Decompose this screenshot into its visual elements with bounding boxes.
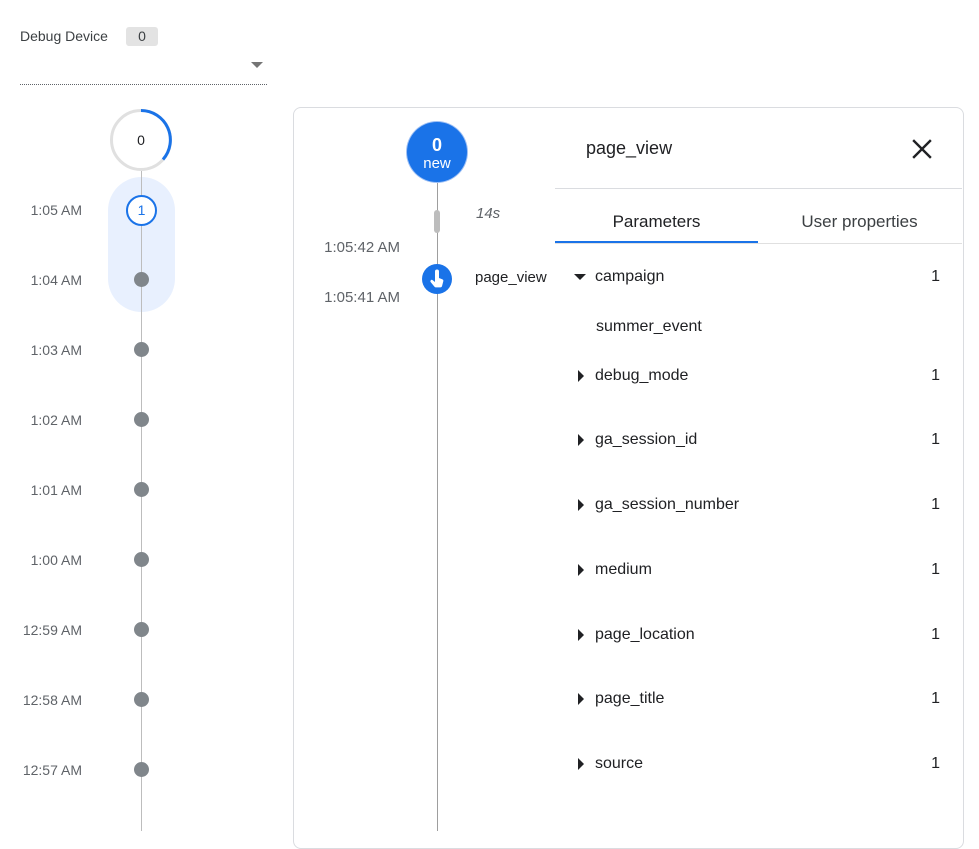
parameter-name: medium	[595, 561, 652, 578]
debug-device-label: Debug Device	[20, 28, 108, 44]
caret-down-icon	[574, 274, 586, 280]
minute-time-label: 1:00 AM	[30, 552, 82, 568]
parameter-count: 1	[931, 496, 940, 513]
minute-time-label: 1:03 AM	[30, 342, 82, 358]
active-tab-indicator	[555, 241, 758, 243]
debug-device-count-badge: 0	[126, 27, 158, 46]
parameter-name: source	[595, 755, 644, 772]
minute-dot[interactable]	[134, 762, 149, 777]
new-events-button[interactable]: 0 new	[407, 122, 467, 182]
minutes-timeline-line	[141, 170, 142, 831]
parameter-row-debug-mode[interactable]: debug_mode 1	[570, 365, 950, 389]
minute-time-label: 12:58 AM	[22, 692, 82, 708]
parameter-row-page-title[interactable]: page_title 1	[570, 688, 950, 712]
minute-dot[interactable]	[134, 412, 149, 427]
parameter-count: 1	[931, 755, 940, 772]
parameter-count: 1	[931, 431, 940, 448]
parameter-name: debug_mode	[595, 367, 689, 384]
minute-time-label: 12:57 AM	[22, 762, 82, 778]
parameter-row-campaign[interactable]: campaign 1	[570, 266, 950, 290]
minute-dot[interactable]	[134, 342, 149, 357]
parameter-row-page-location[interactable]: page_location 1	[570, 624, 950, 648]
parameter-count: 1	[931, 268, 940, 285]
caret-right-icon	[578, 370, 584, 382]
parameter-name: page_title	[595, 690, 665, 707]
minute-dot[interactable]	[134, 272, 149, 287]
minute-dot[interactable]	[134, 622, 149, 637]
parameter-name: ga_session_id	[595, 431, 698, 448]
time-gap-indicator	[434, 210, 440, 233]
tab-user-properties[interactable]: User properties	[758, 210, 961, 244]
tabs-bottom-border	[555, 243, 962, 244]
parameter-value: summer_event	[596, 318, 702, 335]
minute-dot[interactable]	[134, 552, 149, 567]
top-events-count[interactable]: 0	[109, 108, 173, 172]
event-name-link[interactable]: page_view	[475, 269, 547, 286]
caret-right-icon	[578, 758, 584, 770]
parameter-count: 1	[931, 561, 940, 578]
new-events-label: new	[423, 155, 451, 172]
minute-dot[interactable]	[134, 482, 149, 497]
touch-icon[interactable]	[422, 264, 452, 294]
detail-header-divider	[555, 188, 962, 189]
parameter-name: campaign	[595, 268, 665, 285]
caret-right-icon	[578, 434, 584, 446]
parameter-name: ga_session_number	[595, 496, 740, 513]
second-time-label: 1:05:41 AM	[324, 289, 400, 306]
caret-right-icon	[578, 564, 584, 576]
minute-time-label: 1:02 AM	[30, 412, 82, 428]
caret-right-icon	[578, 693, 584, 705]
close-icon[interactable]	[906, 133, 938, 165]
minute-time-label: 1:01 AM	[30, 482, 82, 498]
dropdown-arrow-icon	[251, 62, 263, 68]
parameter-row-ga-session-number[interactable]: ga_session_number 1	[570, 494, 950, 518]
minute-dot[interactable]	[134, 692, 149, 707]
minute-event-count-active[interactable]: 1	[126, 195, 157, 226]
new-events-count: 0	[431, 135, 442, 155]
debug-device-select[interactable]	[20, 55, 267, 85]
caret-right-icon	[578, 499, 584, 511]
parameter-row-medium[interactable]: medium 1	[570, 559, 950, 583]
minute-time-label: 12:59 AM	[22, 622, 82, 638]
minute-time-label: 1:04 AM	[30, 272, 82, 288]
second-time-label: 1:05:42 AM	[324, 239, 400, 256]
parameter-count: 1	[931, 690, 940, 707]
tab-parameters[interactable]: Parameters	[555, 210, 758, 244]
parameter-count: 1	[931, 626, 940, 643]
time-gap-label: 14s	[476, 205, 501, 222]
minute-time-label: 1:05 AM	[30, 202, 82, 218]
parameter-row-source[interactable]: source 1	[570, 753, 950, 777]
parameter-count: 1	[931, 367, 940, 384]
event-detail-title: page_view	[586, 138, 673, 158]
caret-right-icon	[578, 629, 584, 641]
parameter-name: page_location	[595, 626, 695, 643]
parameter-row-ga-session-id[interactable]: ga_session_id 1	[570, 429, 950, 453]
